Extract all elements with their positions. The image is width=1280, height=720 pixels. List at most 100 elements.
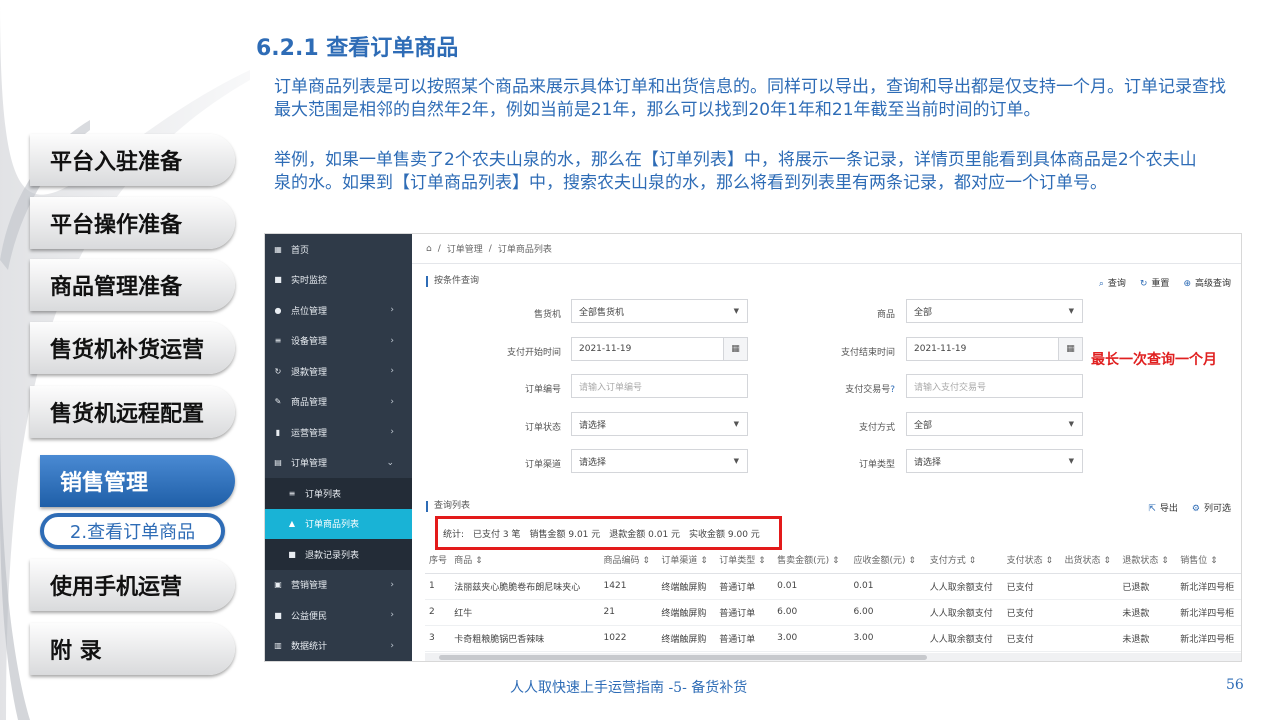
chevron-right-icon: › (390, 305, 394, 316)
table-cell: 人人取余额支付 (925, 625, 1003, 652)
sidebar-item-label: 商品管理 (291, 398, 328, 409)
sidebar-item-a5[interactable]: ✎ 商品管理 › (265, 387, 412, 418)
chapter-item-remote-config[interactable]: 售货机远程配置 (30, 386, 235, 438)
search-button[interactable]: ⌕ 查询 (1099, 276, 1126, 289)
chevron-right-icon: › (390, 640, 394, 651)
chapter-subitem-view-order-products[interactable]: 2.查看订单商品 (40, 513, 225, 549)
horizontal-scrollbar[interactable] (425, 653, 1241, 661)
sidebar-item-label: 公益便民 (291, 611, 328, 622)
column-header[interactable]: 订单类型 ⇕ (715, 547, 774, 574)
sidebar-item-s2[interactable]: ■ 退款记录列表 (265, 539, 412, 570)
sidebar-item-label: 退款记录列表 (305, 550, 360, 561)
column-header[interactable]: 销售位 ⇕ (1176, 547, 1241, 574)
sidebar-item-s1[interactable]: ▲ 订单商品列表 (265, 508, 412, 539)
pay-method-select[interactable]: 全部 ▼ (906, 412, 1083, 436)
pay-method-label: 支付方式 (858, 423, 895, 433)
product-label: 商品 (876, 310, 895, 320)
sidebar-item-label: 实时监控 (291, 276, 328, 287)
table-cell: 终端触屏购 (657, 599, 716, 626)
reset-button[interactable]: ↻ 重置 (1140, 276, 1170, 289)
chevron-right-icon: › (390, 396, 394, 407)
column-header[interactable]: 商品 ⇕ (450, 547, 600, 574)
columns-button[interactable]: ⚙ 列可选 (1192, 501, 1231, 514)
table-row[interactable]: 1 法丽兹夹心脆脆卷布朗尼味夹心 1421 终端触屏购 普通订单 0.01 0.01 人人取余… (425, 573, 1241, 600)
product-select[interactable]: 全部 ▼ (906, 299, 1083, 323)
order-no-label: 订单编号 (524, 385, 561, 395)
export-button[interactable]: ⇱ 导出 (1148, 501, 1178, 514)
column-header[interactable]: 订单渠道 ⇕ (657, 547, 716, 574)
sidebar-item-label: 首页 (291, 245, 310, 256)
advanced-search-button[interactable]: ⊕ 高级查询 (1183, 276, 1231, 289)
table-cell: 1421 (599, 573, 658, 600)
square-icon: ■ (288, 549, 296, 559)
machine-select[interactable]: 全部售货机 ▼ (571, 299, 748, 323)
table-cell: 终端触屏购 (657, 573, 716, 600)
column-header[interactable]: 应收金额(元) ⇕ (849, 547, 926, 574)
table-cell: 3 (425, 625, 451, 652)
sidebar-item-label: 数据统计 (291, 642, 328, 653)
chapter-item-platform-operation[interactable]: 平台操作准备 (30, 197, 235, 249)
pay-end-input[interactable]: 2021-11-19 ▦ (906, 337, 1083, 361)
column-header[interactable]: 售卖金额(元) ⇕ (773, 547, 850, 574)
channel-label: 订单渠道 (524, 460, 561, 470)
calendar-icon[interactable]: ▦ (723, 338, 747, 360)
table-row[interactable]: 2 红牛 21 终端触屏购 普通订单 6.00 6.00 人人取余额支付 已支付 未退款 新北洋四号… (425, 599, 1241, 626)
table-cell: 终端触屏购 (657, 625, 716, 652)
sidebar-item-a3[interactable]: ≡ 设备管理 › (265, 326, 412, 357)
table-cell: 2 (425, 599, 451, 626)
home-icon[interactable]: ⌂ (426, 244, 432, 254)
query-limit-annotation: 最长一次查询一个月 (1091, 352, 1217, 368)
trade-no-input[interactable]: 请输入支付交易号 (906, 374, 1083, 398)
column-header[interactable]: 出货状态 ⇕ (1060, 547, 1119, 574)
sidebar-item-a7[interactable]: ▤ 订单管理 ⌄ (265, 448, 412, 479)
pay-start-input[interactable]: 2021-11-19 ▦ (571, 337, 748, 361)
stats-received: 实收金额 9.00 元 (689, 529, 760, 540)
chapter-item-product-management[interactable]: 商品管理准备 (30, 259, 235, 311)
stats-refund: 退款金额 0.01 元 (609, 529, 681, 540)
sidebar-item-a6[interactable]: ▮ 运营管理 › (265, 417, 412, 448)
column-header[interactable]: 支付方式 ⇕ (925, 547, 1003, 574)
order-type-select[interactable]: 请选择 ▼ (906, 449, 1083, 473)
column-header[interactable]: 商品编码 ⇕ (599, 547, 658, 574)
table-cell: 新北洋四号柜 (1176, 599, 1241, 626)
sidebar-item-b1[interactable]: ■ 公益便民 › (265, 600, 412, 631)
chapter-item-platform-onboarding[interactable]: 平台入驻准备 (30, 134, 235, 186)
table-icon: ▤ (274, 458, 282, 468)
breadcrumb: ⌂ / 订单管理 / 订单商品列表 (412, 234, 1241, 264)
sidebar-item-b0[interactable]: ▣ 营销管理 › (265, 570, 412, 601)
table-cell (1060, 599, 1119, 626)
chapter-item-sales-management[interactable]: 销售管理 (40, 455, 235, 507)
channel-select[interactable]: 请选择 ▼ (571, 449, 748, 473)
calendar-icon[interactable]: ▦ (1058, 338, 1082, 360)
breadcrumb-order-management[interactable]: 订单管理 (447, 242, 483, 255)
column-header[interactable]: 支付状态 ⇕ (1002, 547, 1061, 574)
export-icon: ⇱ (1148, 504, 1156, 514)
column-header[interactable]: 退款状态 ⇕ (1118, 547, 1177, 574)
table-cell: 法丽兹夹心脆脆卷布朗尼味夹心 (450, 573, 600, 600)
chapter-item-mobile-operation[interactable]: 使用手机运营 (30, 559, 235, 611)
scrollbar-thumb[interactable] (439, 655, 927, 660)
chart-icon: ▥ (274, 641, 282, 651)
sidebar-item-label: 运营管理 (291, 428, 328, 439)
table-row[interactable]: 3 卡奇粗粮脆锅巴香辣味 1022 终端触屏购 普通订单 3.00 3.00 人人取余额支付已… (425, 625, 1241, 652)
stats-label: 统计: (443, 529, 465, 540)
sidebar-item-label: 点位管理 (291, 306, 328, 317)
order-no-input[interactable]: 请输入订单编号 (571, 374, 748, 398)
column-header[interactable]: 序号 (425, 547, 451, 574)
order-status-label: 订单状态 (524, 423, 561, 433)
sidebar-item-b2[interactable]: ▥ 数据统计 › (265, 631, 412, 662)
help-icon[interactable]: ? (890, 385, 895, 395)
sidebar-item-a0[interactable]: ▦ 首页 (265, 234, 412, 265)
sidebar-item-label: 退款管理 (291, 367, 328, 378)
sidebar-item-a1[interactable]: ■ 实时监控 (265, 265, 412, 296)
caret-down-icon: ▼ (1068, 420, 1074, 428)
sidebar-item-a4[interactable]: ↻ 退款管理 › (265, 356, 412, 387)
chapter-item-appendix[interactable]: 附 录 (30, 623, 235, 675)
order-status-select[interactable]: 请选择 ▼ (571, 412, 748, 436)
list-section-title: 查询列表 (426, 501, 470, 512)
chapter-item-restock-operation[interactable]: 售货机补货运营 (30, 322, 235, 374)
sidebar-item-a2[interactable]: ● 点位管理 › (265, 295, 412, 326)
sidebar-item-s0[interactable]: ≡ 订单列表 (265, 478, 412, 509)
table-cell: 红牛 (450, 599, 600, 626)
slide-footer: 人人取快速上手运营指南 -5- 备货补货 (510, 680, 748, 696)
